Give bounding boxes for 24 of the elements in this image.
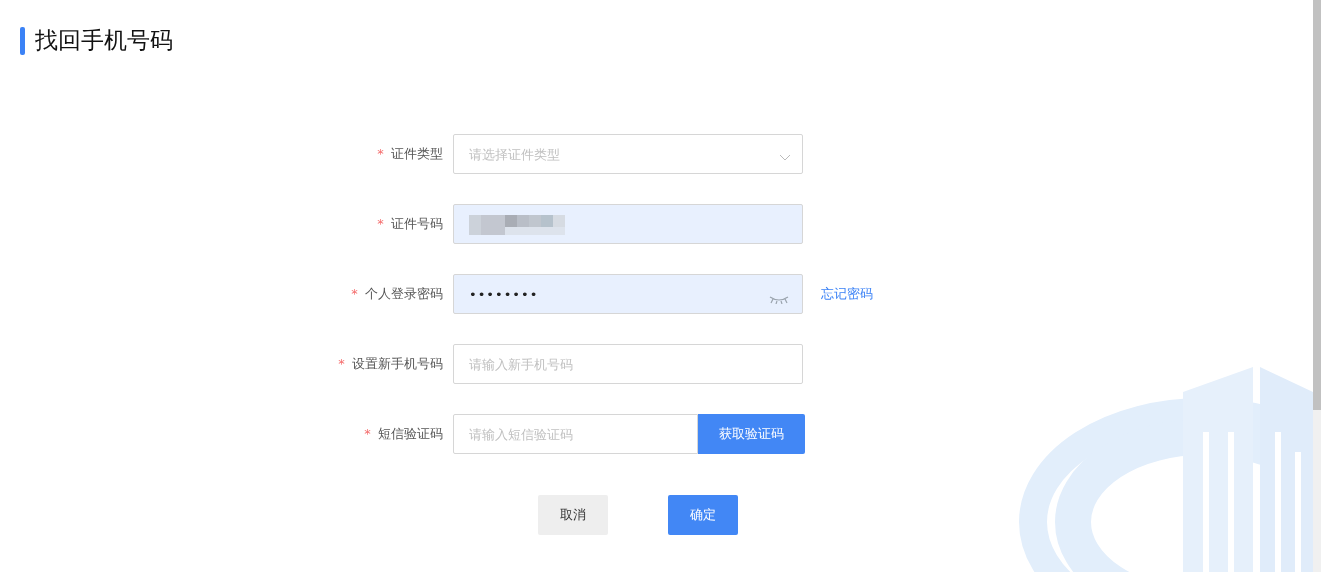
required-asterisk: * bbox=[377, 146, 384, 161]
input-field[interactable]: 请输入新手机号码 bbox=[453, 344, 803, 384]
required-asterisk: * bbox=[338, 356, 345, 371]
required-asterisk: * bbox=[351, 286, 358, 301]
field-label: 证件号码 bbox=[391, 216, 443, 231]
field-label: 短信验证码 bbox=[378, 426, 443, 441]
required-asterisk: * bbox=[364, 426, 371, 441]
title-accent-bar bbox=[20, 26, 25, 55]
confirm-button[interactable]: 确定 bbox=[668, 495, 738, 535]
select-field[interactable]: 请选择证件类型 bbox=[453, 134, 803, 174]
input-field[interactable]: 请输入短信验证码 bbox=[453, 414, 698, 454]
field-label: 个人登录密码 bbox=[365, 286, 443, 301]
scrollbar[interactable] bbox=[1313, 0, 1321, 572]
required-asterisk: * bbox=[377, 216, 384, 231]
get-code-button[interactable]: 获取验证码 bbox=[698, 414, 805, 454]
forgot-password-link[interactable]: 忘记密码 bbox=[821, 285, 873, 303]
cancel-button[interactable]: 取消 bbox=[538, 495, 608, 535]
field-label: 证件类型 bbox=[391, 146, 443, 161]
password-field[interactable]: •••••••• bbox=[453, 274, 803, 314]
eye-closed-icon[interactable] bbox=[769, 296, 789, 304]
page-title: 找回手机号码 bbox=[35, 26, 173, 55]
field-label: 设置新手机号码 bbox=[352, 356, 443, 371]
chevron-down-icon bbox=[779, 154, 791, 161]
input-field[interactable] bbox=[453, 204, 803, 244]
